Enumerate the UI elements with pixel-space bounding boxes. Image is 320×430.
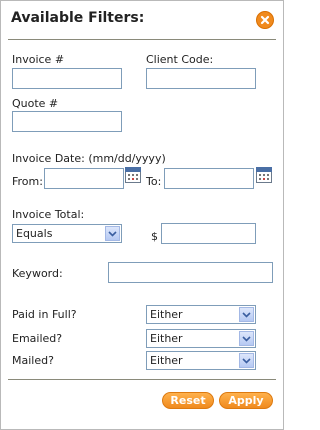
filters-panel: Available Filters: Invoice # Client Code… [0,0,284,430]
mailed-label: Mailed? [12,354,54,367]
calendar-icon [125,167,141,183]
close-icon [260,15,270,25]
date-to-calendar-button[interactable] [256,167,272,183]
footer-divider [8,379,276,380]
currency-symbol: $ [151,230,158,243]
calendar-icon [256,167,272,183]
keyword-label: Keyword: [12,267,63,280]
invoice-number-label: Invoice # [12,53,65,66]
client-code-label: Client Code: [146,53,214,66]
paid-in-full-value: Either [150,308,183,321]
header-divider [8,39,276,40]
mailed-select[interactable]: Either [146,351,256,370]
invoice-total-amount-input[interactable] [161,223,256,244]
close-button[interactable] [256,11,274,29]
emailed-value: Either [150,332,183,345]
paid-in-full-label: Paid in Full? [12,308,77,321]
keyword-input[interactable] [108,262,273,283]
invoice-total-label: Invoice Total: [12,208,85,221]
paid-in-full-select[interactable]: Either [146,305,256,324]
apply-button[interactable]: Apply [219,392,273,409]
quote-number-label: Quote # [12,97,59,110]
emailed-label: Emailed? [12,332,63,345]
date-to-label: To: [146,175,162,188]
invoice-total-operator-select[interactable]: Equals [12,224,122,243]
invoice-number-input[interactable] [12,68,122,89]
chevron-down-icon [239,331,254,346]
date-from-label: From: [12,175,43,188]
invoice-total-operator-value: Equals [16,227,53,240]
quote-number-input[interactable] [12,111,122,132]
date-from-calendar-button[interactable] [125,167,141,183]
date-to-input[interactable] [164,168,254,189]
chevron-down-icon [239,307,254,322]
panel-title: Available Filters: [11,10,145,26]
date-from-input[interactable] [44,168,124,189]
chevron-down-icon [239,353,254,368]
invoice-date-label: Invoice Date: (mm/dd/yyyy) [12,152,166,165]
client-code-input[interactable] [146,68,256,89]
mailed-value: Either [150,354,183,367]
emailed-select[interactable]: Either [146,329,256,348]
chevron-down-icon [105,226,120,241]
reset-button[interactable]: Reset [162,392,214,409]
